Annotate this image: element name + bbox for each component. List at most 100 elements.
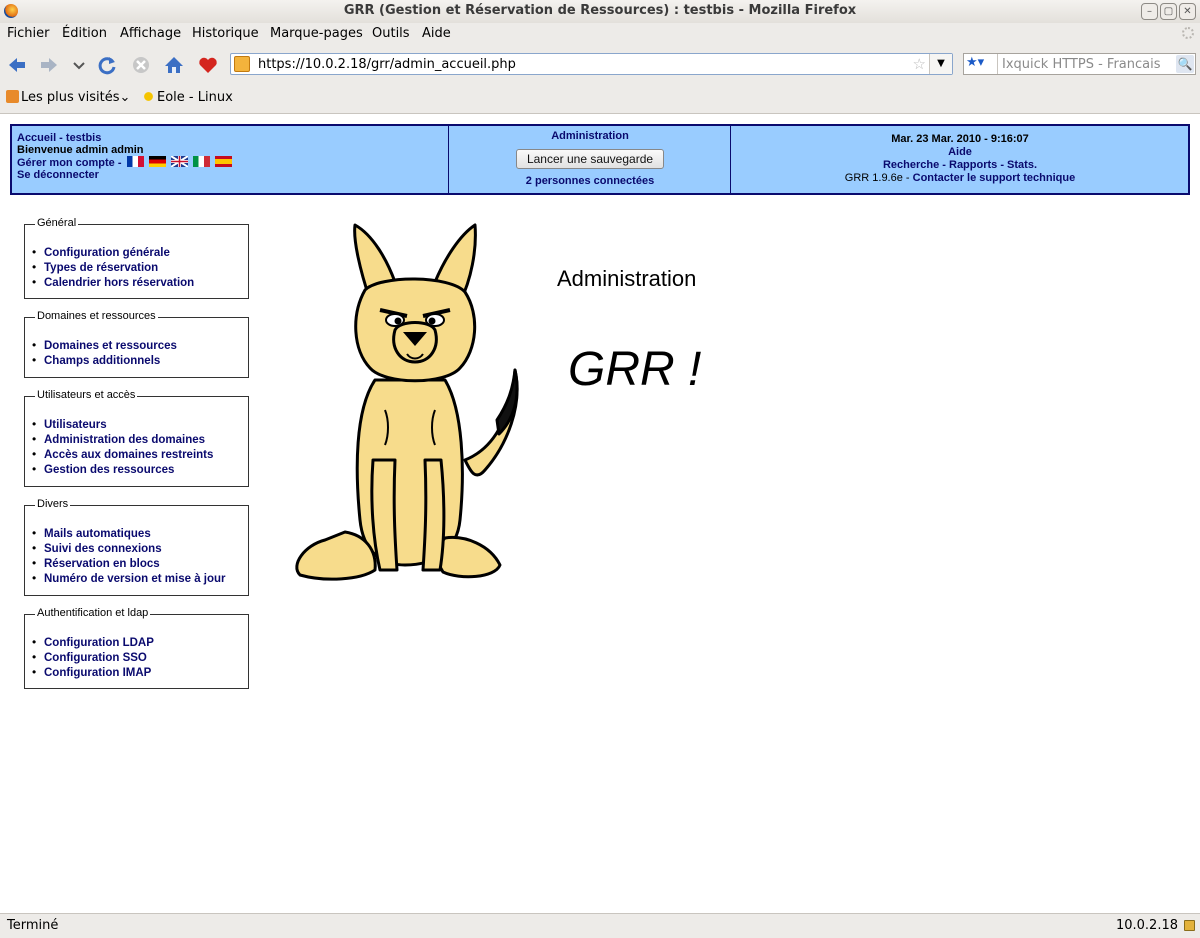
section-authentification: Authentification et ldap Configuration L… — [24, 607, 249, 689]
bookmark-most-visited-label: Les plus visités — [21, 90, 120, 105]
home-icon[interactable] — [163, 54, 185, 76]
menu-item[interactable]: Réservation en blocs — [32, 556, 226, 571]
forward-arrow-icon[interactable] — [38, 54, 60, 76]
menu-item-label[interactable]: Champs additionnels — [44, 355, 160, 367]
menu-item-label[interactable]: Types de réservation — [44, 262, 158, 274]
history-dropdown-icon[interactable] — [68, 54, 90, 76]
menu-marque-pages[interactable]: Marque-pages — [270, 26, 363, 41]
search-reports-stats-links[interactable]: Recherche - Rapports - Stats. — [883, 159, 1037, 171]
header-admin-column: Administration Lancer une sauvegarde 2 p… — [450, 126, 731, 193]
flag-it-icon[interactable] — [192, 156, 210, 167]
lock-icon[interactable] — [1184, 920, 1195, 931]
section-legend: Divers — [35, 498, 71, 510]
bookmark-eole-label: Eole - Linux — [157, 90, 233, 105]
stop-icon[interactable] — [130, 54, 152, 76]
bookmark-eole[interactable]: Eole - Linux — [142, 90, 233, 105]
help-link[interactable]: Aide — [948, 146, 972, 158]
back-arrow-icon[interactable] — [6, 54, 28, 76]
menu-item-label[interactable]: Suivi des connexions — [44, 543, 162, 555]
menu-item[interactable]: Mails automatiques — [32, 526, 226, 541]
logout-link[interactable]: Se déconnecter — [17, 169, 99, 181]
flag-de-icon[interactable] — [148, 156, 166, 167]
menu-item[interactable]: Champs additionnels — [32, 353, 177, 368]
flag-es-icon[interactable] — [214, 156, 232, 167]
section-legend: Général — [35, 217, 79, 229]
menu-bar: Fichier Édition Affichage Historique Mar… — [0, 23, 1200, 46]
menu-item-label[interactable]: Numéro de version et mise à jour — [44, 573, 226, 585]
menu-item[interactable]: Administration des domaines — [32, 432, 213, 447]
menu-item[interactable]: Types de réservation — [32, 260, 194, 275]
grr-header: Accueil - testbis Bienvenue admin admin … — [10, 124, 1190, 195]
search-engine-icon[interactable]: ★▾ — [966, 55, 984, 70]
menu-item-label[interactable]: Accès aux domaines restreints — [44, 449, 213, 461]
menu-item[interactable]: Utilisateurs — [32, 417, 213, 432]
menu-item-label[interactable]: Utilisateurs — [44, 419, 107, 431]
flag-fr-icon[interactable] — [126, 156, 144, 167]
menu-fichier[interactable]: Fichier — [7, 26, 50, 41]
url-bar[interactable]: https://10.0.2.18/grr/admin_accueil.php … — [230, 53, 953, 75]
menu-item-label[interactable]: Configuration SSO — [44, 652, 147, 664]
menu-item-label[interactable]: Calendrier hors réservation — [44, 277, 194, 289]
menu-item-label[interactable]: Domaines et ressources — [44, 340, 177, 352]
menu-item-label[interactable]: Administration des domaines — [44, 434, 205, 446]
connected-users-link[interactable]: 2 personnes connectées — [526, 175, 654, 187]
reload-icon[interactable] — [96, 54, 118, 76]
menu-item[interactable]: Suivi des connexions — [32, 541, 226, 556]
grr-logo-text: GRR ! — [568, 343, 702, 396]
status-host: 10.0.2.18 — [1115, 918, 1178, 933]
page-title: Administration — [557, 266, 697, 291]
header-info-column: Mar. 23 Mar. 2010 - 9:16:07 Aide Recherc… — [732, 126, 1188, 193]
menu-edition[interactable]: Édition — [62, 26, 107, 41]
search-go-icon[interactable]: 🔍 — [1176, 55, 1194, 73]
search-input[interactable]: Ixquick HTTPS - Francais — [1002, 57, 1161, 72]
status-text: Terminé — [7, 918, 59, 933]
heart-icon[interactable] — [197, 54, 219, 76]
menu-item[interactable]: Accès aux domaines restreints — [32, 447, 213, 462]
menu-item[interactable]: Gestion des ressources — [32, 462, 213, 477]
menu-aide[interactable]: Aide — [422, 26, 451, 41]
url-text[interactable]: https://10.0.2.18/grr/admin_accueil.php — [258, 57, 516, 72]
section-utilisateurs: Utilisateurs et accès Utilisateurs Admin… — [24, 389, 249, 487]
search-bar[interactable]: ★▾ Ixquick HTTPS - Francais 🔍 — [963, 53, 1196, 75]
menu-item-label[interactable]: Réservation en blocs — [44, 558, 160, 570]
menu-item[interactable]: Configuration IMAP — [32, 665, 154, 680]
section-legend: Domaines et ressources — [35, 310, 158, 322]
menu-item-label[interactable]: Configuration IMAP — [44, 667, 151, 679]
sun-icon — [142, 90, 155, 103]
menu-item[interactable]: Numéro de version et mise à jour — [32, 571, 226, 586]
version-separator: - — [902, 172, 913, 184]
section-legend: Utilisateurs et accès — [35, 389, 138, 401]
window-titlebar: GRR (Gestion et Réservation de Ressource… — [0, 0, 1200, 24]
menu-outils[interactable]: Outils — [372, 26, 410, 41]
backup-button[interactable]: Lancer une sauvegarde — [515, 149, 665, 169]
menu-item[interactable]: Configuration SSO — [32, 650, 154, 665]
maximize-icon[interactable]: ▢ — [1160, 3, 1177, 20]
url-dropdown-icon[interactable]: ▼ — [929, 54, 952, 74]
menu-item-label[interactable]: Configuration générale — [44, 247, 170, 259]
close-icon[interactable]: ✕ — [1179, 3, 1196, 20]
menu-historique[interactable]: Historique — [192, 26, 259, 41]
minimize-icon[interactable]: – — [1141, 3, 1158, 20]
chevron-down-icon: ⌄ — [119, 90, 131, 105]
site-favicon-icon — [234, 56, 250, 72]
grr-mascot-cat-image — [295, 223, 519, 581]
flag-uk-icon[interactable] — [170, 155, 189, 168]
menu-item-label[interactable]: Gestion des ressources — [44, 464, 174, 476]
account-link[interactable]: Gérer mon compte - — [17, 157, 122, 169]
menu-item-label[interactable]: Mails automatiques — [44, 528, 151, 540]
throbber-icon — [1182, 27, 1194, 39]
menu-affichage[interactable]: Affichage — [120, 26, 181, 41]
support-link[interactable]: Contacter le support technique — [913, 172, 1076, 184]
bookmark-star-icon[interactable]: ☆ — [913, 55, 926, 73]
menu-item-label[interactable]: Configuration LDAP — [44, 637, 154, 649]
status-bar: Terminé 10.0.2.18 — [0, 913, 1200, 938]
menu-item[interactable]: Calendrier hors réservation — [32, 275, 194, 290]
welcome-text: Bienvenue admin admin — [17, 144, 144, 156]
menu-item[interactable]: Configuration générale — [32, 245, 194, 260]
admin-link[interactable]: Administration — [551, 130, 629, 142]
menu-item[interactable]: Configuration LDAP — [32, 635, 154, 650]
home-link[interactable]: Accueil - testbis — [17, 132, 101, 144]
menu-item[interactable]: Domaines et ressources — [32, 338, 177, 353]
section-general: Général Configuration générale Types de … — [24, 217, 249, 299]
bookmark-most-visited[interactable]: Les plus visités⌄ — [6, 90, 130, 105]
